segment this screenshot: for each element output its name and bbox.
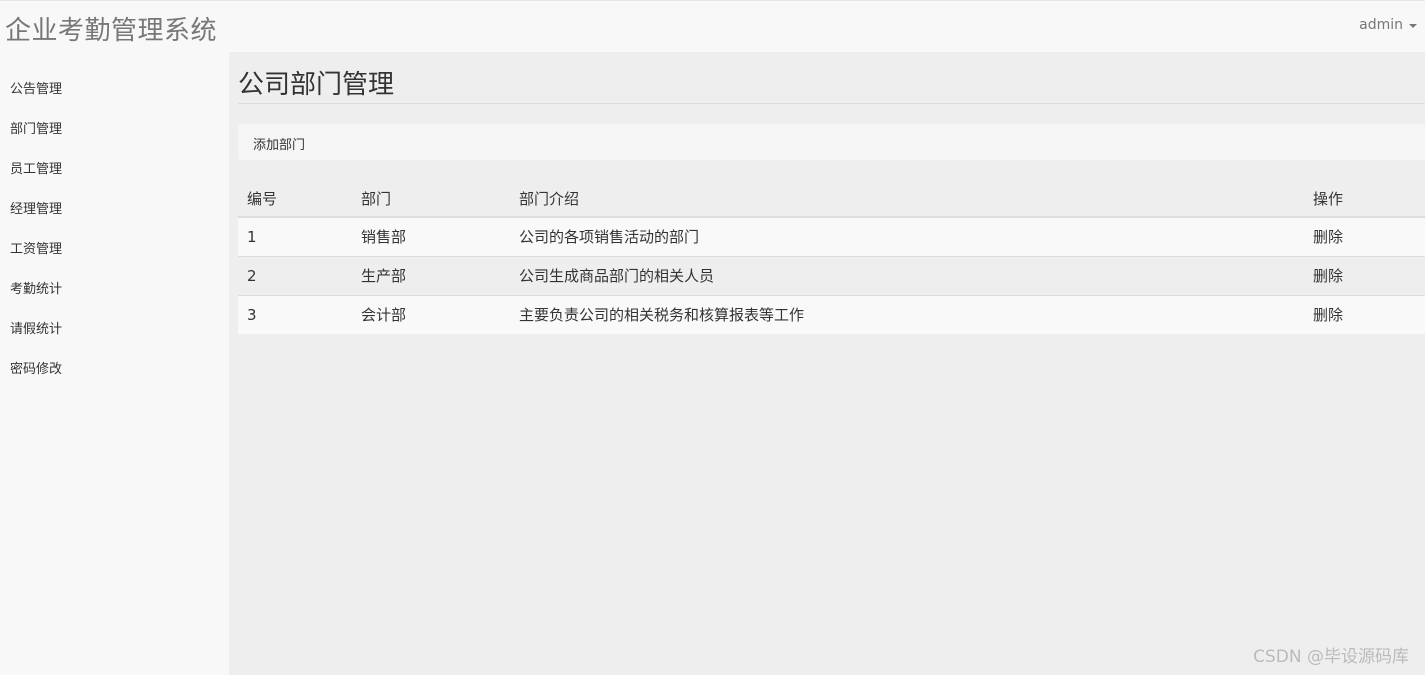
cell-id: 3	[238, 294, 352, 334]
cell-id: 1	[238, 216, 352, 256]
table-header-row: 编号 部门 部门介绍 操作	[238, 180, 1425, 218]
delete-link[interactable]: 删除	[1313, 306, 1343, 324]
column-header-department: 部门	[352, 180, 510, 218]
table-row: 2 生产部 公司生成商品部门的相关人员 删除	[238, 255, 1425, 295]
sidebar-item-managers[interactable]: 经理管理	[0, 190, 229, 230]
sidebar-item-employees[interactable]: 员工管理	[0, 150, 229, 190]
action-bar: 添加部门	[238, 124, 1425, 160]
sidebar-item-attendance[interactable]: 考勤统计	[0, 270, 229, 310]
add-department-link[interactable]: 添加部门	[253, 134, 305, 153]
cell-department: 销售部	[352, 216, 510, 256]
sidebar-item-salary[interactable]: 工资管理	[0, 230, 229, 270]
sidebar-item-leave[interactable]: 请假统计	[0, 310, 229, 350]
sidebar-item-password[interactable]: 密码修改	[0, 350, 229, 390]
column-header-action: 操作	[1304, 180, 1425, 218]
column-header-description: 部门介绍	[510, 180, 1304, 218]
cell-department: 会计部	[352, 294, 510, 334]
cell-description: 主要负责公司的相关税务和核算报表等工作	[510, 294, 1304, 334]
user-name: admin	[1359, 17, 1403, 33]
app-title[interactable]: 企业考勤管理系统	[5, 10, 217, 47]
main-content: 公司部门管理 添加部门 编号 部门 部门介绍 操作 1 销售部 公司的各项销售活…	[229, 52, 1425, 675]
delete-link[interactable]: 删除	[1313, 267, 1343, 285]
page-title: 公司部门管理	[238, 70, 395, 100]
watermark: CSDN @毕设源码库	[1253, 647, 1409, 667]
column-header-id: 编号	[238, 180, 352, 218]
user-menu[interactable]: admin	[1359, 17, 1417, 33]
sidebar-item-announcements[interactable]: 公告管理	[0, 70, 229, 110]
title-divider	[238, 103, 1425, 104]
cell-id: 2	[238, 255, 352, 295]
cell-description: 公司生成商品部门的相关人员	[510, 255, 1304, 295]
delete-link[interactable]: 删除	[1313, 228, 1343, 246]
sidebar-item-departments[interactable]: 部门管理	[0, 110, 229, 150]
cell-description: 公司的各项销售活动的部门	[510, 216, 1304, 256]
cell-department: 生产部	[352, 255, 510, 295]
table-row: 3 会计部 主要负责公司的相关税务和核算报表等工作 删除	[238, 294, 1425, 334]
chevron-down-icon	[1409, 24, 1417, 28]
sidebar: 公告管理 部门管理 员工管理 经理管理 工资管理 考勤统计 请假统计 密码修改	[0, 52, 229, 675]
top-navbar: 企业考勤管理系统 admin	[0, 0, 1425, 52]
table-row: 1 销售部 公司的各项销售活动的部门 删除	[238, 216, 1425, 256]
department-table: 编号 部门 部门介绍 操作 1 销售部 公司的各项销售活动的部门 删除 2 生产…	[238, 180, 1425, 334]
